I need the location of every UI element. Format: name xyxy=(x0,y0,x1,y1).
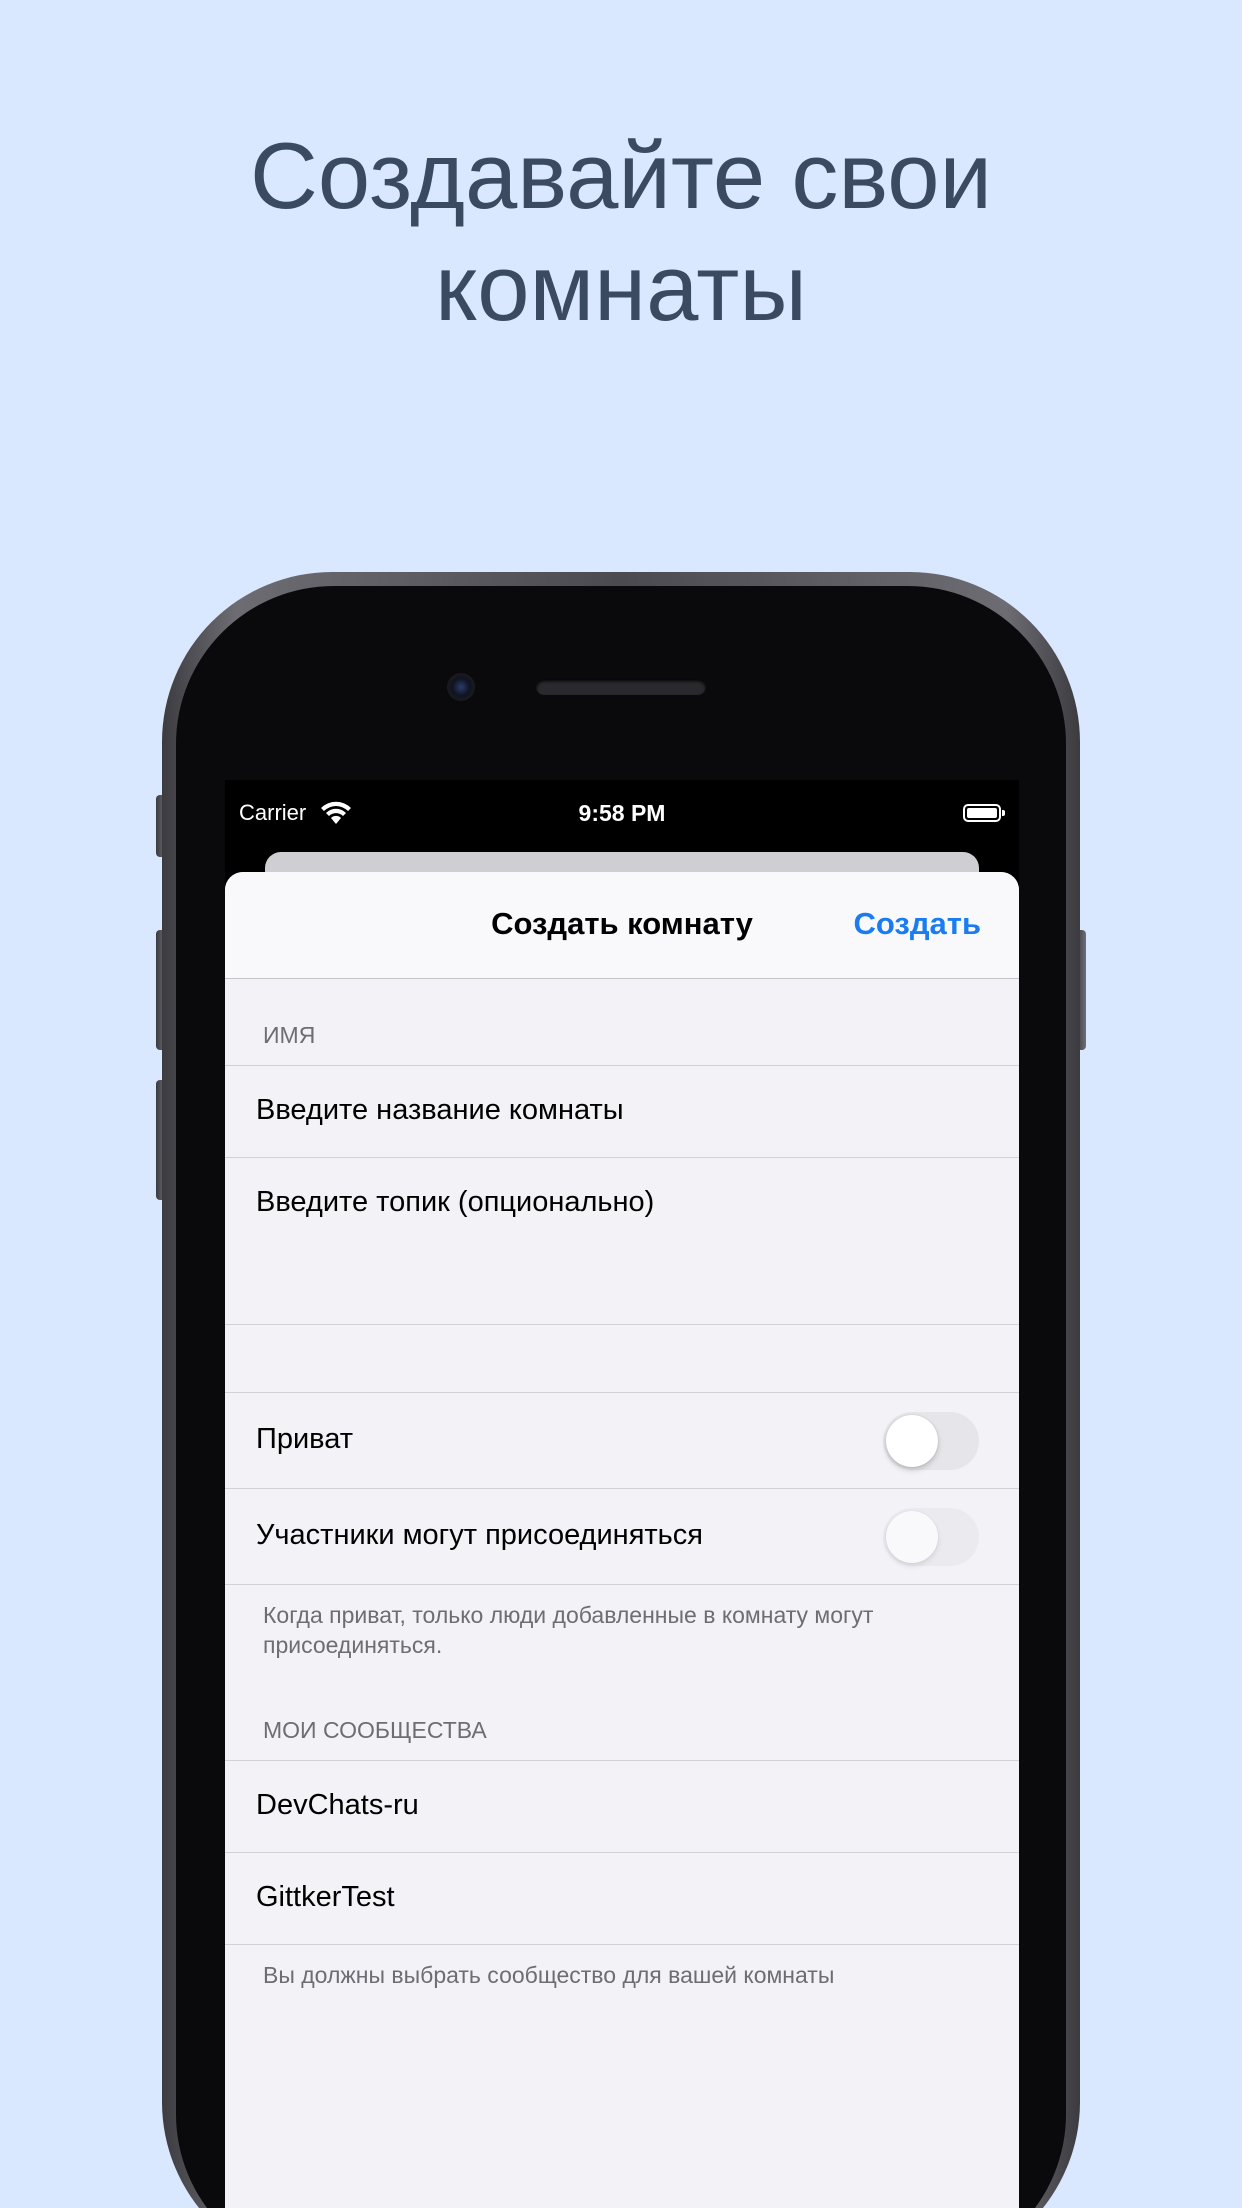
navigation-bar: Создать комнату Создать xyxy=(225,872,1019,979)
communities-footer: Вы должны выбрать сообщество для вашей к… xyxy=(263,1962,835,1988)
members-join-label: Участники могут присоединяться xyxy=(256,1519,703,1551)
private-toggle-knob xyxy=(886,1415,938,1467)
section-separator xyxy=(225,1584,1019,1585)
section-separator xyxy=(225,1324,1019,1325)
topic-field[interactable]: Введите топик (опционально) xyxy=(225,1157,1019,1324)
room-name-placeholder: Введите название комнаты xyxy=(256,1094,624,1126)
battery-icon xyxy=(963,804,1005,822)
name-section-header: ИМЯ xyxy=(263,1022,316,1048)
status-bar: Carrier 9:58 PM xyxy=(225,800,1019,830)
room-name-field[interactable]: Введите название комнаты xyxy=(225,1065,1019,1157)
marketing-headline: Создавайте свои комнаты xyxy=(0,120,1242,344)
community-item-devchats-ru[interactable]: DevChats-ru xyxy=(225,1760,1019,1852)
community-item-label: DevChats-ru xyxy=(256,1789,419,1821)
create-button[interactable]: Создать xyxy=(854,906,981,942)
topic-placeholder: Введите топик (опционально) xyxy=(256,1186,655,1218)
front-camera xyxy=(447,673,475,701)
members-join-toggle[interactable] xyxy=(883,1508,979,1566)
private-row: Приват xyxy=(225,1392,1019,1488)
members-join-toggle-knob xyxy=(886,1511,938,1563)
clock: 9:58 PM xyxy=(578,800,666,826)
communities-section-header: МОИ СООБЩЕСТВА xyxy=(263,1717,487,1743)
community-item-label: GittkerTest xyxy=(256,1881,395,1913)
earpiece-speaker xyxy=(536,679,706,695)
private-footer: Когда приват, только люди добавленные в … xyxy=(263,1602,874,1658)
community-item-gittkertest[interactable]: GittkerTest xyxy=(225,1852,1019,1944)
phone-screen: Carrier 9:58 PM Создать комнату Создать … xyxy=(225,780,1019,2208)
headline-line-2: комнаты xyxy=(435,235,807,340)
members-join-row: Участники могут присоединяться xyxy=(225,1488,1019,1584)
section-separator xyxy=(225,1944,1019,1945)
create-room-sheet: Создать комнату Создать ИМЯ Введите назв… xyxy=(225,872,1019,2208)
headline-line-1: Создавайте свои xyxy=(250,123,992,228)
private-toggle[interactable] xyxy=(883,1412,979,1470)
app-store-screenshot: Создавайте свои комнаты Carrier 9:58 PM … xyxy=(0,0,1242,2208)
private-label: Приват xyxy=(256,1423,354,1455)
